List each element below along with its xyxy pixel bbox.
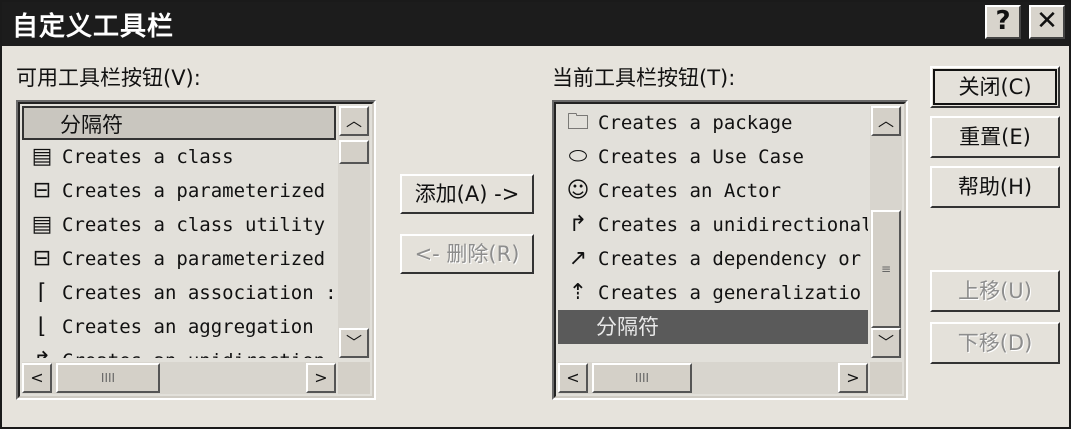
remove-button[interactable]: <- 删除(R) bbox=[400, 234, 534, 274]
title-bar: 自定义工具栏 ? ✕ bbox=[2, 2, 1069, 46]
move-up-button[interactable]: 上移(U) bbox=[930, 270, 1060, 312]
parameterized-class-icon: ⊟ bbox=[32, 178, 52, 203]
scroll-down-icon[interactable]: ﹀ bbox=[871, 328, 901, 358]
list-item-label: Creates a parameterized bbox=[62, 180, 326, 202]
generalization-icon: ⇡ bbox=[568, 280, 588, 305]
current-vertical-scrollbar[interactable]: ︿ ≡ ﹀ bbox=[870, 106, 902, 358]
customize-toolbar-dialog: 自定义工具栏 ? ✕ 可用工具栏按钮(V): 分隔符 ▤ Creates a cla… bbox=[0, 0, 1071, 429]
separator-icon bbox=[564, 310, 592, 344]
list-item[interactable]: ⊟ Creates a parameterized bbox=[22, 174, 336, 208]
actor-icon: ☺ bbox=[566, 178, 590, 203]
list-item-label: 分隔符 bbox=[60, 113, 123, 137]
list-item[interactable]: ⌊ Creates an aggregation bbox=[22, 310, 336, 344]
scroll-left-icon[interactable]: < bbox=[22, 363, 52, 393]
separator-icon bbox=[30, 108, 58, 142]
list-item-label: Creates an association : bbox=[62, 282, 336, 304]
use-case-icon: ⬭ bbox=[568, 144, 588, 169]
list-item-label: Creates an Actor bbox=[598, 180, 782, 202]
help-icon[interactable]: ? bbox=[985, 5, 1021, 39]
scroll-up-icon[interactable]: ︿ bbox=[339, 106, 369, 136]
reset-button[interactable]: 重置(E) bbox=[930, 116, 1060, 158]
list-item[interactable]: ▤ Creates a class utility bbox=[22, 208, 336, 242]
unidirectional-icon: ↱ bbox=[28, 344, 56, 358]
scroll-thumb[interactable]: ≡ bbox=[871, 210, 901, 328]
close-icon[interactable]: ✕ bbox=[1029, 5, 1065, 39]
list-item-label: Creates a generalizatio bbox=[598, 282, 862, 304]
unidirectional-icon: ↱ bbox=[568, 212, 588, 237]
class-icon: ▤ bbox=[31, 144, 53, 169]
list-item-label: Creates an aggregation bbox=[62, 316, 314, 338]
available-horizontal-scrollbar[interactable]: < IIII > bbox=[22, 362, 336, 394]
add-button[interactable]: 添加(A) -> bbox=[400, 174, 534, 214]
current-buttons-label: 当前工具栏按钮(T): bbox=[552, 66, 736, 90]
dialog-title: 自定义工具栏 bbox=[12, 12, 175, 42]
scroll-left-icon[interactable]: < bbox=[558, 363, 588, 393]
available-items: 分隔符 ▤ Creates a class ⊟ Creates a parameteri… bbox=[22, 106, 336, 358]
list-item-label: Creates a dependency or bbox=[598, 248, 862, 270]
list-item[interactable]: 分隔符 bbox=[558, 310, 868, 344]
class-utility-icon: ▤ bbox=[31, 212, 53, 237]
list-item[interactable]: ↱ Creates an unidirection bbox=[22, 344, 336, 358]
list-item[interactable]: ↗ Creates a dependency or bbox=[558, 242, 868, 276]
scroll-corner bbox=[870, 362, 902, 394]
list-item[interactable]: ↱ Creates a unidirectional bbox=[558, 208, 868, 242]
list-item-label: 分隔符 bbox=[596, 315, 659, 339]
scroll-thumb-h[interactable]: IIII bbox=[592, 363, 692, 393]
scroll-thumb-h[interactable]: IIII bbox=[56, 363, 160, 393]
list-item-label: Creates an unidirection bbox=[62, 350, 325, 358]
close-button[interactable]: 关闭(C) bbox=[930, 66, 1060, 108]
list-item[interactable]: ⊟ Creates a parameterized bbox=[22, 242, 336, 276]
list-item-label: Creates a Use Case bbox=[598, 146, 804, 168]
list-item-label: Creates a package bbox=[598, 112, 793, 134]
association-icon: ⌈ bbox=[37, 280, 47, 305]
current-horizontal-scrollbar[interactable]: < IIII > bbox=[558, 362, 868, 394]
current-buttons-list[interactable]: 🗀 Creates a package ⬭ Creates a Use Case ☺ Cr… bbox=[552, 100, 908, 400]
list-item[interactable]: 分隔符 bbox=[22, 106, 336, 140]
list-item[interactable]: 🗀 Creates a package bbox=[558, 106, 868, 140]
available-buttons-list[interactable]: 分隔符 ▤ Creates a class ⊟ Creates a parameteri… bbox=[16, 100, 376, 400]
list-item[interactable]: ⌈ Creates an association : bbox=[22, 276, 336, 310]
move-down-button[interactable]: 下移(D) bbox=[930, 322, 1060, 364]
help-button[interactable]: 帮助(H) bbox=[930, 166, 1060, 208]
available-vertical-scrollbar[interactable]: ︿ ﹀ bbox=[338, 106, 370, 358]
list-item[interactable]: ⬭ Creates a Use Case bbox=[558, 140, 868, 174]
scroll-up-icon[interactable]: ︿ bbox=[871, 106, 901, 136]
scroll-right-icon[interactable]: > bbox=[306, 363, 336, 393]
available-buttons-label: 可用工具栏按钮(V): bbox=[16, 66, 201, 90]
scroll-thumb[interactable] bbox=[339, 140, 369, 164]
scroll-right-icon[interactable]: > bbox=[838, 363, 868, 393]
package-icon: 🗀 bbox=[566, 110, 589, 135]
dependency-icon: ↗ bbox=[568, 246, 588, 271]
list-item[interactable]: ⇡ Creates a generalizatio bbox=[558, 276, 868, 310]
scroll-down-icon[interactable]: ﹀ bbox=[339, 328, 369, 358]
aggregation-icon: ⌊ bbox=[37, 314, 47, 339]
list-item-label: Creates a class utility bbox=[62, 214, 326, 236]
list-item-label: Creates a class bbox=[62, 146, 234, 168]
parameterized-class-utility-icon: ⊟ bbox=[32, 246, 52, 271]
scroll-corner bbox=[338, 362, 370, 394]
list-item-label: Creates a unidirectional bbox=[598, 214, 868, 236]
list-item[interactable]: ▤ Creates a class bbox=[22, 140, 336, 174]
current-items: 🗀 Creates a package ⬭ Creates a Use Case ☺ Cr… bbox=[558, 106, 868, 358]
list-item-label: Creates a parameterized bbox=[62, 248, 326, 270]
list-item[interactable]: ☺ Creates an Actor bbox=[558, 174, 868, 208]
